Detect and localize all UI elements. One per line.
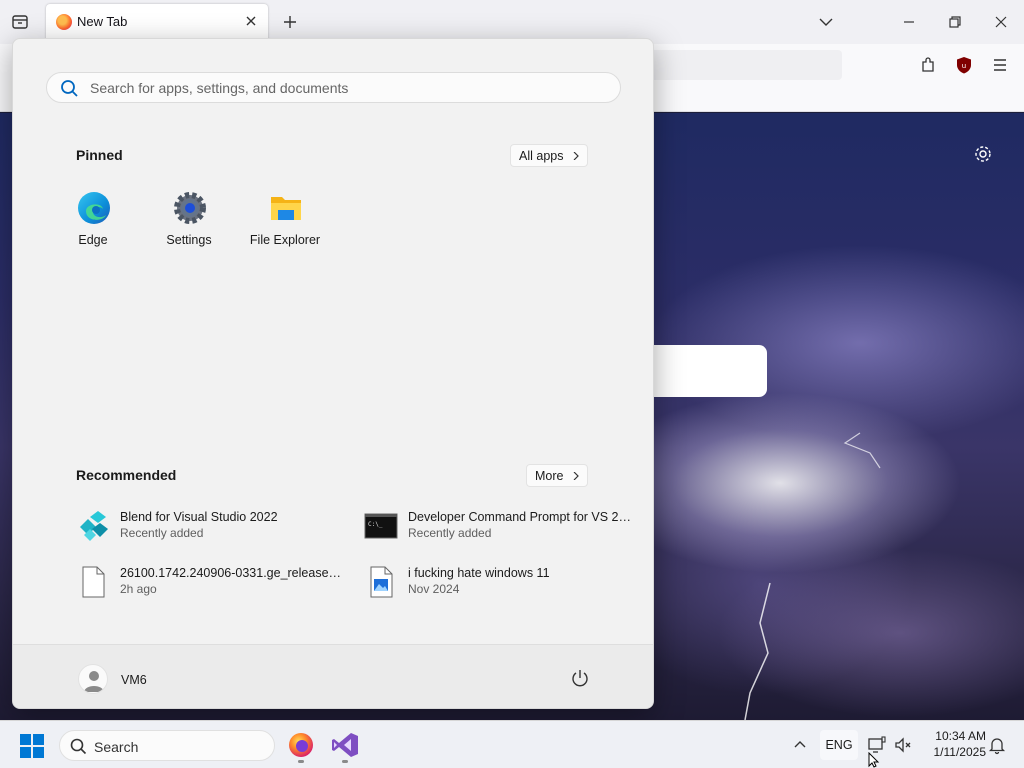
pinned-app-edge[interactable]: Edge: [48, 191, 138, 261]
more-button[interactable]: More: [526, 464, 589, 487]
app-label: Settings: [166, 233, 212, 247]
more-label: More: [535, 469, 564, 483]
blend-icon: [80, 511, 108, 541]
url-bar[interactable]: [640, 50, 842, 80]
hamburger-menu-icon[interactable]: [990, 55, 1010, 75]
recommended-item[interactable]: C:\_ Developer Command Prompt for VS 202…: [364, 505, 634, 549]
extensions-icon[interactable]: [918, 55, 938, 75]
recommended-item[interactable]: i fucking hate windows 11 Nov 2024: [364, 561, 634, 605]
edge-icon: [78, 192, 110, 224]
restore-icon[interactable]: [945, 12, 965, 32]
close-window-icon[interactable]: [991, 12, 1011, 32]
start-search-input[interactable]: Search for apps, settings, and documents: [46, 72, 621, 103]
tab-new-tab[interactable]: New Tab: [46, 4, 268, 40]
start-footer: VM6: [13, 644, 653, 708]
taskbar-search[interactable]: Search: [59, 730, 275, 761]
svg-text:C:\_: C:\_: [368, 521, 383, 528]
chevron-down-icon[interactable]: [816, 12, 836, 32]
pinned-app-file-explorer[interactable]: File Explorer: [240, 191, 330, 261]
plus-icon[interactable]: [280, 12, 300, 32]
item-name: Blend for Visual Studio 2022: [120, 510, 278, 524]
running-indicator: [298, 760, 304, 763]
command-prompt-icon: C:\_: [364, 513, 398, 539]
clock-date: 1/11/2025: [933, 745, 987, 759]
recommended-item[interactable]: 26100.1742.240906-0331.ge_release_svc_re…: [76, 561, 346, 605]
all-apps-label: All apps: [519, 149, 564, 163]
item-name: Developer Command Prompt for VS 2022: [408, 510, 634, 524]
tab-list-icon[interactable]: [10, 12, 30, 32]
user-name[interactable]: VM6: [121, 673, 147, 687]
language-indicator[interactable]: ENG: [820, 730, 858, 760]
user-icon: [84, 671, 104, 692]
mouse-cursor-icon: [868, 752, 880, 768]
app-label: File Explorer: [249, 233, 321, 247]
search-icon: [70, 738, 87, 755]
image-file-icon: [370, 566, 393, 598]
tab-title: New Tab: [77, 14, 128, 29]
item-subtitle: 2h ago: [120, 582, 157, 596]
firefox-icon: [56, 14, 72, 30]
recommended-item[interactable]: Blend for Visual Studio 2022 Recently ad…: [76, 505, 346, 549]
item-subtitle: Recently added: [408, 526, 492, 540]
search-icon: [61, 80, 78, 97]
gear-icon[interactable]: [973, 144, 993, 164]
windows-start-icon[interactable]: [20, 734, 44, 758]
visual-studio-icon[interactable]: [331, 731, 359, 759]
web-search-box[interactable]: [640, 345, 767, 397]
pinned-title: Pinned: [76, 147, 123, 163]
running-indicator: [342, 760, 348, 763]
all-apps-button[interactable]: All apps: [510, 144, 589, 167]
item-name: i fucking hate windows 11: [408, 566, 550, 580]
settings-icon: [174, 192, 206, 224]
item-subtitle: Nov 2024: [408, 582, 460, 596]
notification-bell-icon[interactable]: [987, 735, 1007, 755]
minimize-icon[interactable]: [899, 12, 919, 32]
clock[interactable]: 10:34 AM 1/11/2025: [920, 728, 987, 760]
search-placeholder: Search for apps, settings, and documents: [90, 80, 349, 96]
file-explorer-icon: [271, 197, 301, 220]
power-icon[interactable]: [569, 667, 591, 689]
clock-time: 10:34 AM: [935, 729, 986, 743]
item-subtitle: Recently added: [120, 526, 204, 540]
chevron-right-icon: [574, 152, 580, 160]
volume-muted-icon[interactable]: [893, 735, 913, 755]
chevron-right-icon: [574, 472, 580, 480]
recommended-title: Recommended: [76, 467, 177, 483]
close-icon[interactable]: [242, 12, 260, 30]
firefox-icon[interactable]: [287, 731, 315, 759]
svg-text:u: u: [962, 62, 966, 70]
item-name: 26100.1742.240906-0331.ge_release_svc_re…: [120, 566, 346, 580]
start-menu: Search for apps, settings, and documents…: [12, 38, 654, 709]
avatar[interactable]: [78, 664, 108, 694]
ublock-icon[interactable]: u: [954, 55, 974, 75]
taskbar-search-label: Search: [94, 739, 139, 755]
app-label: Edge: [78, 233, 108, 247]
pinned-app-settings[interactable]: Settings: [144, 191, 234, 261]
chevron-up-icon[interactable]: [792, 737, 808, 753]
file-icon: [82, 566, 105, 598]
